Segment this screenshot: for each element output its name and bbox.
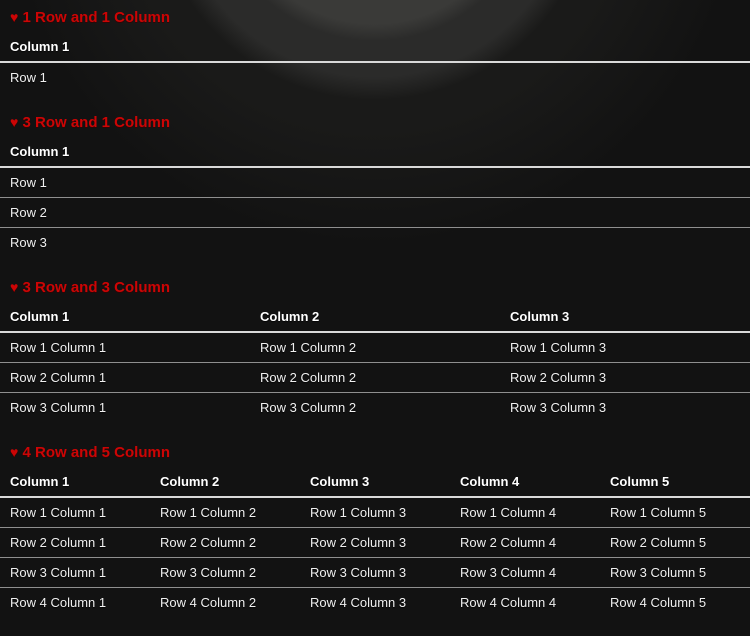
table-header: Column 1 — [0, 32, 750, 63]
column-header: Column 1 — [0, 467, 150, 498]
column-header: Column 2 — [150, 467, 300, 498]
table-header: Column 1 Column 2 Column 3 — [0, 302, 750, 333]
table-cell: Row 1 Column 1 — [10, 505, 107, 520]
table-body: Row 1 Row 2 Row 3 — [0, 167, 750, 257]
data-table: Column 1 Column 2 Column 3 Column 4 Column 5… — [0, 467, 750, 617]
table-cell: Row 4 Column 1 — [0, 587, 150, 617]
table-header-row: Column 1 Column 2 Column 3 Column 4 Column 5 — [0, 467, 750, 498]
column-header: Column 1 — [0, 302, 250, 333]
table-row: Row 3 — [0, 227, 750, 257]
table-cell: Row 3 Column 4 — [450, 557, 600, 588]
table-cell: Row 2 — [0, 197, 750, 228]
table-cell: Row 4 Column 4 — [450, 587, 600, 617]
heart-icon: ♥ — [10, 114, 19, 130]
table-cell: Row 3 Column 1 — [0, 557, 150, 588]
table-cell: Row 1 Column 4 — [460, 505, 557, 520]
table-cell: Row 1 Column 3 — [310, 505, 407, 520]
table-cell: Row 2 Column 2 — [250, 362, 500, 393]
table-body: Row 1 — [0, 62, 750, 92]
section-heading: ♥ 1 Row and 1 Column — [10, 9, 740, 26]
table-cell: Row 3 Column 2 — [250, 392, 500, 422]
table-cell: Row 2 Column 3 — [500, 362, 750, 393]
table-cell: Row 2 Column 3 — [300, 527, 450, 558]
table-cell: Row 2 Column 2 — [150, 527, 300, 558]
table-row: Row 1 Column 1 Row 1 Column 2 Row 1 Column… — [0, 332, 750, 363]
table-row: Row 1 — [0, 62, 750, 92]
table-cell: Row 4 Column 5 — [600, 587, 750, 617]
table-cell: Row 1 Column 2 — [260, 340, 357, 355]
table-header: Column 1 Column 2 Column 3 Column 4 Column 5 — [0, 467, 750, 498]
table-cell: Row 1 — [10, 175, 47, 190]
heart-icon: ♥ — [10, 279, 19, 295]
table-header-row: Column 1 Column 2 Column 3 — [0, 302, 750, 333]
table-body: Row 1 Column 1 Row 1 Column 2 Row 1 Column… — [0, 497, 750, 617]
heart-icon: ♥ — [10, 444, 19, 460]
table-cell: Row 4 Column 2 — [150, 587, 300, 617]
heart-icon: ♥ — [10, 9, 19, 25]
table-cell: Row 1 Column 2 — [160, 505, 257, 520]
section-heading: ♥ 3 Row and 3 Column — [10, 279, 740, 296]
table-cell: Row 1 Column 3 — [510, 340, 607, 355]
table-cell: Row 2 Column 5 — [600, 527, 750, 558]
data-table: Column 1 Row 1 — [0, 32, 750, 92]
table-cell: Row 1 — [10, 70, 47, 85]
table-cell: Row 2 Column 1 — [0, 362, 250, 393]
column-header: Column 5 — [600, 467, 750, 498]
table-cell: Row 2 Column 4 — [450, 527, 600, 558]
table-cell: Row 3 Column 3 — [300, 557, 450, 588]
table-cell: Row 3 Column 3 — [500, 392, 750, 422]
data-table: Column 1 Row 1 Row 2 Row 3 — [0, 137, 750, 257]
column-header: Column 3 — [500, 302, 750, 333]
table-row: Row 2 Column 1 Row 2 Column 2 Row 2 Column… — [0, 362, 750, 393]
column-header: Column 4 — [450, 467, 600, 498]
table-cell: Row 1 Column 5 — [610, 505, 707, 520]
table-cell: Row 4 Column 3 — [300, 587, 450, 617]
table-row: Row 3 Column 1 Row 3 Column 2 Row 3 Column… — [0, 392, 750, 422]
table-header-row: Column 1 — [0, 137, 750, 168]
table-row: Row 2 Column 1 Row 2 Column 2 Row 2 Column… — [0, 527, 750, 558]
section-title: 3 Row and 1 Column — [22, 114, 170, 131]
table-header: Column 1 — [0, 137, 750, 168]
table-cell: Row 2 Column 1 — [0, 527, 150, 558]
section-title: 3 Row and 3 Column — [22, 279, 170, 296]
section-heading: ♥ 3 Row and 1 Column — [10, 114, 740, 131]
column-header: Column 1 — [0, 137, 750, 168]
column-header: Column 1 — [0, 32, 750, 63]
column-header: Column 2 — [250, 302, 500, 333]
data-table: Column 1 Column 2 Column 3 Row 1 Column 1 Ro… — [0, 302, 750, 422]
table-row: Row 1 — [0, 167, 750, 198]
table-cell: Row 3 — [0, 227, 750, 257]
table-cell: Row 1 Column 1 — [10, 340, 107, 355]
table-row: Row 3 Column 1 Row 3 Column 2 Row 3 Column… — [0, 557, 750, 588]
section-title: 4 Row and 5 Column — [22, 444, 170, 461]
table-cell: Row 3 Column 5 — [600, 557, 750, 588]
table-row: Row 2 — [0, 197, 750, 228]
table-row: Row 4 Column 1 Row 4 Column 2 Row 4 Column… — [0, 587, 750, 617]
section-heading: ♥ 4 Row and 5 Column — [10, 444, 740, 461]
table-body: Row 1 Column 1 Row 1 Column 2 Row 1 Column… — [0, 332, 750, 422]
table-row: Row 1 Column 1 Row 1 Column 2 Row 1 Column… — [0, 497, 750, 528]
column-header: Column 3 — [300, 467, 450, 498]
table-cell: Row 3 Column 2 — [150, 557, 300, 588]
content: ♥ 1 Row and 1 Column Column 1 Row 1 ♥ 3 Row… — [0, 9, 750, 631]
table-cell: Row 3 Column 1 — [0, 392, 250, 422]
table-header-row: Column 1 — [0, 32, 750, 63]
section-title: 1 Row and 1 Column — [22, 9, 170, 26]
